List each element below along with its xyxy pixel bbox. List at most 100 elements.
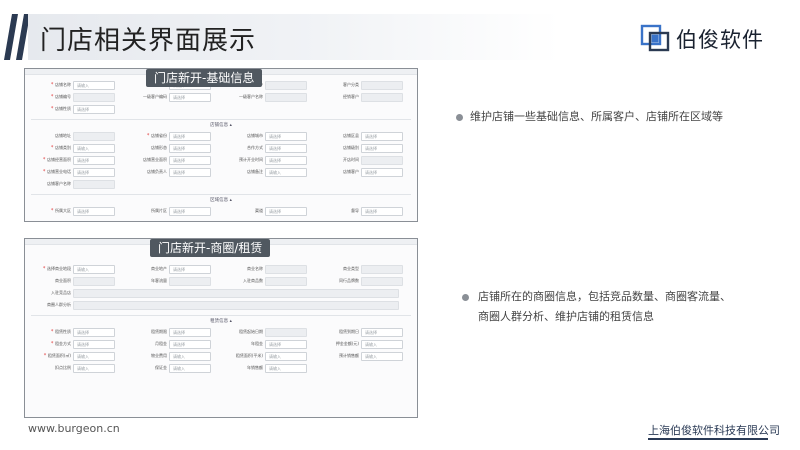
form-input[interactable] (361, 277, 403, 286)
form-row: * 选择商业地段 请输入 商业地产 请选择 商业名称 商业类型 (31, 265, 411, 275)
form-input[interactable]: 请选择 (265, 144, 307, 153)
form-input-placeholder: 请选择 (365, 209, 377, 214)
form-input[interactable]: 请输入 (73, 81, 115, 90)
header-stripes-decor (4, 14, 30, 60)
form-row: * 租赁面积(㎡) 请输入 物业费用 请输入 租赁面积(平米) 请输入 预计销售额 请输入 (31, 352, 411, 362)
form-input[interactable]: 请选择 (73, 156, 115, 165)
form-field-label: 店铺城市 (247, 133, 263, 138)
form-input[interactable]: 请选择 (361, 207, 403, 216)
form-field: 商业地产 请选择 (127, 265, 219, 275)
form-input[interactable]: 请选择 (169, 132, 211, 141)
form-input[interactable]: 请选择 (265, 207, 307, 216)
form-input[interactable] (73, 289, 399, 298)
form-input[interactable] (265, 93, 307, 102)
form-input[interactable] (361, 81, 403, 90)
form-input[interactable]: 请输入 (361, 340, 403, 349)
form-input[interactable] (361, 265, 403, 274)
form-input[interactable]: 请选择 (73, 340, 115, 349)
form-field-label: 押金金额(元) (335, 341, 359, 346)
form-input[interactable] (73, 301, 399, 310)
form-section-header[interactable]: 租赁信息 ▴ (31, 315, 411, 327)
form-row: * 店铺性质 请选择 (31, 105, 411, 115)
form-input[interactable] (265, 277, 307, 286)
form-input-placeholder: 请输入 (77, 83, 89, 88)
form-input[interactable]: 请选择 (169, 156, 211, 165)
form-input-placeholder: 请选择 (173, 209, 185, 214)
form-section-header[interactable]: 店铺信息 ▴ (31, 119, 411, 131)
form-input[interactable]: 请选择 (265, 156, 307, 165)
form-input[interactable]: 请选择 (169, 207, 211, 216)
form-field-label: 客户分类 (343, 82, 359, 87)
form-input[interactable]: 请输入 (73, 364, 115, 373)
form-input-placeholder: 请选择 (173, 146, 185, 151)
form-section-title: 店铺信息 ▴ (210, 123, 232, 128)
form-input[interactable]: 请选择 (169, 93, 211, 102)
form-input[interactable]: 请选择 (169, 144, 211, 153)
form-section-title: 区域信息 ▴ (210, 198, 232, 203)
form-input[interactable] (73, 93, 115, 102)
form-field-label: * 租金方式 (50, 341, 71, 347)
form-input[interactable]: 请输入 (265, 364, 307, 373)
form-input[interactable] (265, 265, 307, 274)
form-input-placeholder: 请选择 (365, 170, 377, 175)
form-input[interactable] (265, 328, 307, 337)
form-input[interactable]: 请选择 (169, 265, 211, 274)
form-input[interactable]: 请选择 (361, 132, 403, 141)
form-input[interactable] (73, 132, 115, 141)
form-field: 店铺客户名称 (31, 180, 123, 190)
form-section-header[interactable]: 区域信息 ▴ (31, 194, 411, 206)
form-input[interactable]: 请输入 (169, 352, 211, 361)
form-row: * 租赁性质 请选择 租赁期限 请选择 租赁起始日期 租赁到期日 请选择 (31, 328, 411, 338)
form-field: 店铺负责人 请选择 (127, 168, 219, 178)
form-field-label: 商业面积 (55, 278, 71, 283)
form-field-label: 商业类型 (343, 266, 359, 271)
form-input[interactable] (73, 180, 115, 189)
form-input[interactable]: 请输入 (265, 352, 307, 361)
form-input[interactable]: 请选择 (169, 340, 211, 349)
bullet-dot (456, 114, 463, 121)
form-row: 店铺客户名称 (31, 180, 411, 190)
form-field: * 选择商业地段 请输入 (31, 265, 123, 275)
form-field: 商业类型 (319, 265, 411, 275)
form-input[interactable] (169, 277, 211, 286)
form-field-label: 合作方式 (247, 145, 263, 150)
form-field: * 租金方式 请选择 (31, 340, 123, 350)
footer-company: 上海伯俊软件科技有限公司 (648, 424, 780, 437)
form-input[interactable]: 请输入 (73, 265, 115, 274)
form-row: * 店铺营业电话 请选择 店铺负责人 请选择 店铺备注 请输入 店铺客户 请选择 (31, 168, 411, 178)
form-field-label: 督导 (351, 208, 359, 213)
form-field: 月租金 请选择 (127, 340, 219, 350)
form-field-label: * 租赁性质 (50, 329, 71, 335)
form-input[interactable]: 请选择 (73, 328, 115, 337)
required-marker: * (50, 329, 55, 335)
form-field: 入驻商品数 (223, 277, 315, 287)
form-input[interactable] (361, 156, 403, 165)
form-input[interactable]: 请输入 (73, 352, 115, 361)
form-input-placeholder: 请选择 (77, 342, 89, 347)
form-input[interactable]: 请输入 (73, 144, 115, 153)
form-input-placeholder: 请选择 (365, 330, 377, 335)
form-input[interactable]: 请选择 (361, 168, 403, 177)
form-input[interactable] (361, 93, 403, 102)
form-input[interactable]: 请选择 (169, 168, 211, 177)
form-field-label: 预计销售额 (339, 353, 359, 358)
form-field-label: 物业费用 (151, 353, 167, 358)
form-input[interactable]: 请输入 (265, 168, 307, 177)
form-field-label: 租赁期限 (151, 329, 167, 334)
form-input[interactable]: 请选择 (265, 340, 307, 349)
form-section-title: 租赁信息 ▴ (210, 319, 232, 324)
form-input[interactable]: 请输入 (169, 364, 211, 373)
form-input[interactable] (73, 277, 115, 286)
form-input[interactable]: 请选择 (73, 168, 115, 177)
form-input[interactable]: 请选择 (169, 328, 211, 337)
form-input[interactable]: 请选择 (361, 328, 403, 337)
form-input[interactable]: 请选择 (73, 207, 115, 216)
form-input[interactable]: 请选择 (265, 132, 307, 141)
form-input[interactable]: 请选择 (361, 144, 403, 153)
form-input-placeholder: 请输入 (365, 342, 377, 347)
form-input-placeholder: 请输入 (173, 354, 185, 359)
form-input-placeholder: 请选择 (173, 170, 185, 175)
form-input[interactable] (265, 81, 307, 90)
form-input[interactable]: 请选择 (73, 105, 115, 114)
form-input[interactable]: 请输入 (361, 352, 403, 361)
